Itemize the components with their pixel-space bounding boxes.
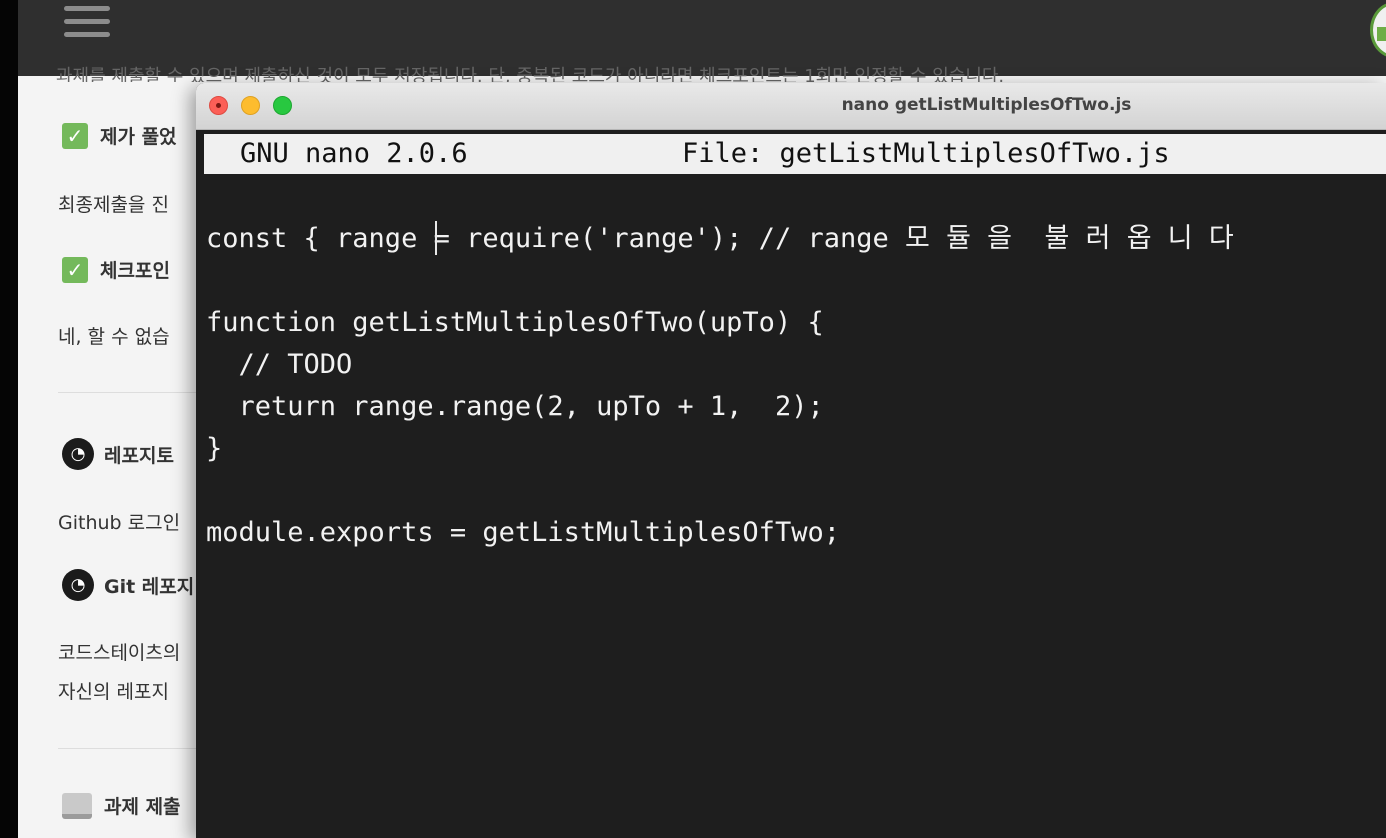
section-title: 과제 제출 <box>104 796 181 818</box>
section-text: Github 로그인 <box>58 512 181 534</box>
divider <box>58 748 218 749</box>
section-title: 체크포인 <box>100 260 170 282</box>
code-line[interactable]: const { range = require('range'); // ran… <box>206 218 1234 260</box>
section-heading-git-repository: ◔ Git 레포지 <box>62 569 194 601</box>
section-text: 네, 할 수 없습 <box>58 326 170 348</box>
laptop-icon <box>62 792 92 819</box>
code-line[interactable]: // TODO <box>206 344 353 386</box>
window-title-bar[interactable]: nano getListMultiplesOfTwo.js <box>196 83 1386 130</box>
terminal-window[interactable]: nano getListMultiplesOfTwo.js GNU nano 2… <box>196 83 1386 838</box>
section-title: 제가 풀었 <box>100 126 177 148</box>
section-heading-submission: 과제 제출 <box>62 792 181 819</box>
github-icon: ◔ <box>62 438 94 470</box>
code-line[interactable]: } <box>206 428 222 470</box>
section-heading-solved: ✓ 제가 풀었 <box>62 122 177 149</box>
code-line[interactable]: return range.range(2, upTo + 1, 2); <box>206 386 824 428</box>
text-cursor <box>435 221 437 255</box>
code-line[interactable]: function getListMultiplesOfTwo(upTo) { <box>206 302 824 344</box>
checkbox-icon: ✓ <box>62 122 88 149</box>
section-heading-checkpoint: ✓ 체크포인 <box>62 256 170 283</box>
section-text: 자신의 레포지 <box>58 681 169 703</box>
nano-version: GNU nano 2.0.6 <box>240 138 468 169</box>
section-heading-repository: ◔ 레포지토 <box>62 438 174 470</box>
section-title: Git 레포지 <box>104 575 195 598</box>
avatar[interactable] <box>1370 2 1386 58</box>
left-edge <box>0 0 18 838</box>
nano-header-bar: GNU nano 2.0.6 File: getListMultiplesOfT… <box>204 134 1386 174</box>
divider <box>58 392 218 393</box>
section-title: 레포지토 <box>104 444 174 467</box>
github-icon: ◔ <box>62 569 94 601</box>
checkbox-icon: ✓ <box>62 256 88 283</box>
cut-off-paragraph: 과제를 제출할 수 있으며 제출하신 것이 모두 저장됩니다. 단, 중복된 코… <box>56 66 1005 82</box>
section-text: 코드스테이츠의 <box>58 642 181 664</box>
code-line[interactable]: module.exports = getListMultiplesOfTwo; <box>206 512 840 554</box>
terminal-content[interactable]: GNU nano 2.0.6 File: getListMultiplesOfT… <box>196 130 1386 838</box>
hamburger-icon[interactable] <box>64 6 110 38</box>
section-text: 최종제출을 진 <box>58 194 169 216</box>
window-title: nano getListMultiplesOfTwo.js <box>841 95 1132 115</box>
nano-file-label: File: getListMultiplesOfTwo.js <box>682 138 1170 169</box>
